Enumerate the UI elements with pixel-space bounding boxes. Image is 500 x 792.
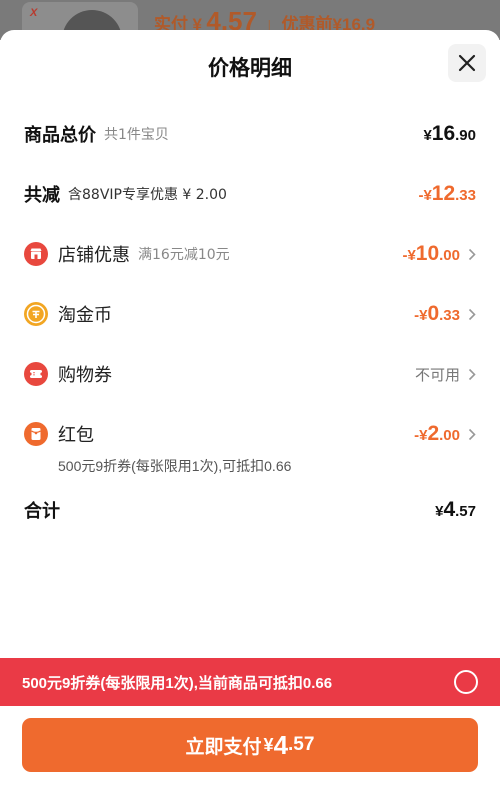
store-discount-label: 店铺优惠 — [58, 245, 130, 266]
voucher-icon — [24, 362, 48, 386]
sheet-title: 价格明细 — [208, 57, 292, 80]
store-discount-rule: 满16元减10元 — [138, 247, 230, 263]
chevron-right-icon[interactable] — [468, 308, 476, 321]
red-packet-label: 红包 — [58, 425, 94, 446]
store-discount-amount: - ¥10.00 — [402, 242, 460, 265]
vip-discount-note: 含88VIP专享优惠 ¥ 2.00 — [68, 187, 227, 203]
voucher-status: 不可用 — [414, 366, 460, 384]
taojin-coin-amount: - ¥0.33 — [414, 302, 460, 325]
chevron-right-icon[interactable] — [468, 248, 476, 261]
red-packet-icon — [24, 422, 48, 446]
red-packet-amount: - ¥2.00 — [414, 422, 460, 445]
total-price-amount: ¥16.90 — [423, 122, 476, 145]
coupon-banner-text: 500元9折券(每张限用1次),当前商品可抵扣0.66 — [22, 674, 333, 692]
store-icon — [24, 242, 48, 266]
item-count: 共1件宝贝 — [104, 127, 169, 143]
close-icon[interactable] — [458, 54, 476, 72]
taojin-coin-label: 淘金币 — [58, 305, 112, 326]
coupon-radio-button[interactable] — [454, 670, 478, 694]
row-total-price: 商品总价 共1件宝贝 ¥16.90 — [24, 118, 476, 150]
row-total-discount: 共减 含88VIP专享优惠 ¥ 2.00 - ¥12.33 — [24, 178, 476, 210]
row-store-discount[interactable]: 店铺优惠 满16元减10元 - ¥10.00 — [24, 238, 476, 270]
chevron-right-icon[interactable] — [468, 428, 476, 441]
close-button[interactable] — [448, 44, 486, 82]
red-packet-note: 500元9折券(每张限用1次),可抵扣0.66 — [58, 458, 292, 474]
subtotal-amount: ¥4.57 — [435, 498, 476, 521]
row-subtotal: 合计 ¥4.57 — [24, 494, 476, 526]
subtotal-label: 合计 — [24, 501, 60, 522]
row-taojin-coin[interactable]: 淘金币 - ¥0.33 — [24, 298, 476, 330]
shopping-voucher-label: 购物券 — [58, 365, 112, 386]
pay-now-button[interactable]: 立即支付 ¥ 4 .57 — [22, 718, 478, 772]
chevron-right-icon[interactable] — [468, 368, 476, 381]
coupon-banner[interactable]: 500元9折券(每张限用1次),当前商品可抵扣0.66 — [0, 658, 500, 706]
total-price-label: 商品总价 — [24, 125, 96, 146]
coin-icon — [24, 302, 48, 326]
row-red-packet[interactable]: 红包 - ¥2.00 — [24, 418, 476, 450]
total-discount-amount: - ¥12.33 — [418, 182, 476, 205]
brand-logo: X — [30, 7, 38, 19]
total-discount-label: 共减 — [24, 185, 60, 206]
row-shopping-voucher[interactable]: 购物券 不可用 — [24, 358, 476, 390]
